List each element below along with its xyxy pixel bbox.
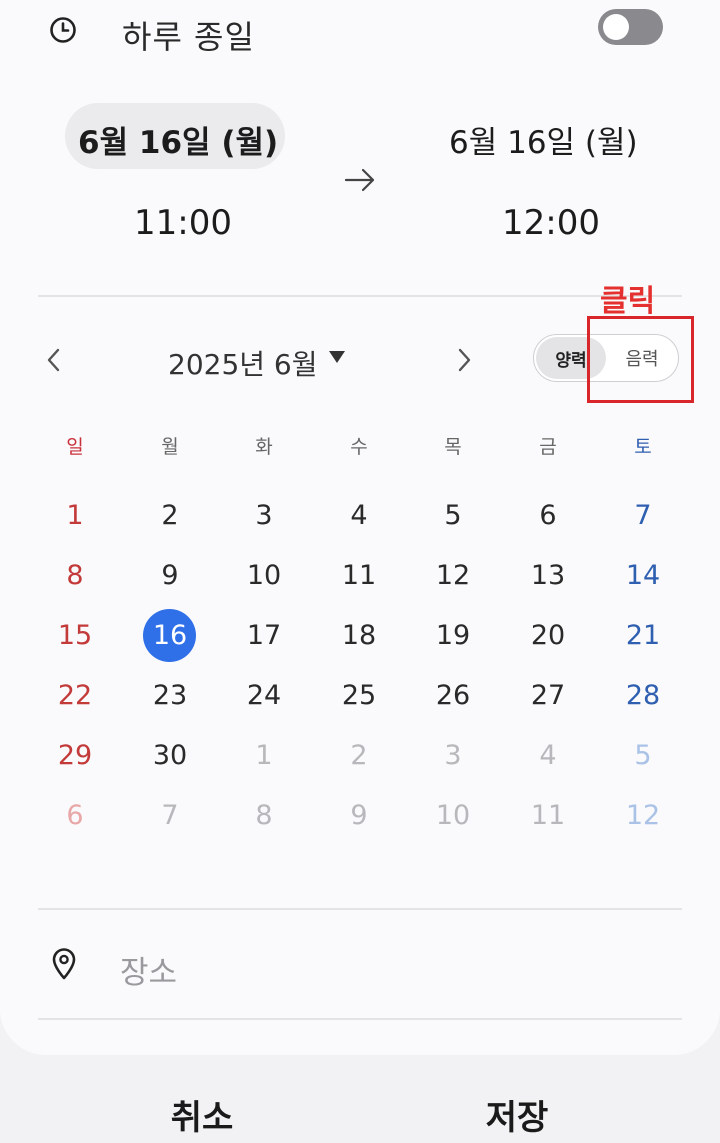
- calendar-day[interactable]: 1: [45, 498, 105, 534]
- calendar-day[interactable]: 29: [45, 738, 105, 774]
- chevron-left-icon[interactable]: [40, 342, 68, 378]
- weekday-label: 금: [539, 436, 557, 458]
- calendar-day[interactable]: 8: [45, 558, 105, 594]
- click-annotation-label: 클릭: [600, 284, 656, 319]
- calendar-day[interactable]: 10: [234, 558, 294, 594]
- calendar-day[interactable]: 23: [140, 678, 200, 714]
- calendar-day[interactable]: 21: [613, 618, 673, 654]
- start-date[interactable]: 6월 16일 (월): [78, 117, 278, 162]
- calendar-day[interactable]: 7: [140, 798, 200, 834]
- calendar-day[interactable]: 3: [423, 738, 483, 774]
- weekday-label: 일: [66, 436, 84, 458]
- weekday-label: 월: [161, 436, 179, 458]
- calendar-day[interactable]: 5: [423, 498, 483, 534]
- calendar-day[interactable]: 24: [234, 678, 294, 714]
- calendar-day[interactable]: 28: [613, 678, 673, 714]
- calendar-day[interactable]: 27: [518, 678, 578, 714]
- location-input[interactable]: 장소: [120, 947, 177, 992]
- location-pin-icon: [52, 948, 76, 980]
- calendar-day[interactable]: 25: [329, 678, 389, 714]
- toggle-knob: [603, 14, 629, 40]
- all-day-toggle[interactable]: [598, 9, 663, 45]
- calendar-day[interactable]: 2: [140, 498, 200, 534]
- start-time[interactable]: 11:00: [134, 203, 232, 243]
- weekday-label: 목: [444, 436, 462, 458]
- calendar-day[interactable]: 19: [423, 618, 483, 654]
- chevron-right-icon[interactable]: [450, 342, 478, 378]
- calendar-day[interactable]: 7: [613, 498, 673, 534]
- calendar-day[interactable]: 9: [329, 798, 389, 834]
- event-editor-card: 하루 종일 6월 16일 (월) 6월 16일 (월) 11:00 12:00 …: [0, 0, 720, 1055]
- calendar-day[interactable]: 12: [423, 558, 483, 594]
- calendar-day[interactable]: 10: [423, 798, 483, 834]
- calendar-day[interactable]: 22: [45, 678, 105, 714]
- click-highlight-box: [587, 316, 694, 403]
- calendar-day[interactable]: 9: [140, 558, 200, 594]
- calendar-day[interactable]: 26: [423, 678, 483, 714]
- save-button[interactable]: 저장: [437, 1090, 597, 1139]
- end-time[interactable]: 12:00: [502, 203, 600, 243]
- weekday-label: 화: [255, 436, 273, 458]
- calendar-day[interactable]: 14: [613, 558, 673, 594]
- calendar-day[interactable]: 12: [613, 798, 673, 834]
- calendar-day[interactable]: 2: [329, 738, 389, 774]
- calendar-day[interactable]: 11: [329, 558, 389, 594]
- clock-icon: [50, 17, 76, 43]
- calendar-day[interactable]: 5: [613, 738, 673, 774]
- calendar-day[interactable]: 3: [234, 498, 294, 534]
- calendar-day[interactable]: 6: [518, 498, 578, 534]
- weekday-label: 수: [350, 436, 368, 458]
- calendar-day[interactable]: 6: [45, 798, 105, 834]
- caret-down-icon[interactable]: [327, 349, 347, 365]
- end-date[interactable]: 6월 16일 (월): [449, 117, 638, 162]
- calendar-day[interactable]: 11: [518, 798, 578, 834]
- cancel-button[interactable]: 취소: [122, 1090, 282, 1139]
- calendar-day[interactable]: 20: [518, 618, 578, 654]
- all-day-label: 하루 종일: [122, 18, 255, 56]
- calendar-day[interactable]: 17: [234, 618, 294, 654]
- arrow-right-icon: [344, 168, 375, 192]
- divider: [38, 1018, 682, 1020]
- calendar-day[interactable]: 15: [45, 618, 105, 654]
- calendar-day[interactable]: 8: [234, 798, 294, 834]
- calendar-day[interactable]: 13: [518, 558, 578, 594]
- divider: [38, 295, 682, 297]
- divider: [38, 908, 682, 910]
- month-label[interactable]: 2025년 6월: [168, 343, 318, 383]
- weekday-label: 토: [634, 436, 652, 458]
- calendar-day[interactable]: 30: [140, 738, 200, 774]
- calendar-day[interactable]: 18: [329, 618, 389, 654]
- calendar-day[interactable]: 4: [518, 738, 578, 774]
- calendar-day[interactable]: 16: [140, 618, 200, 654]
- calendar-day[interactable]: 4: [329, 498, 389, 534]
- calendar-day[interactable]: 1: [234, 738, 294, 774]
